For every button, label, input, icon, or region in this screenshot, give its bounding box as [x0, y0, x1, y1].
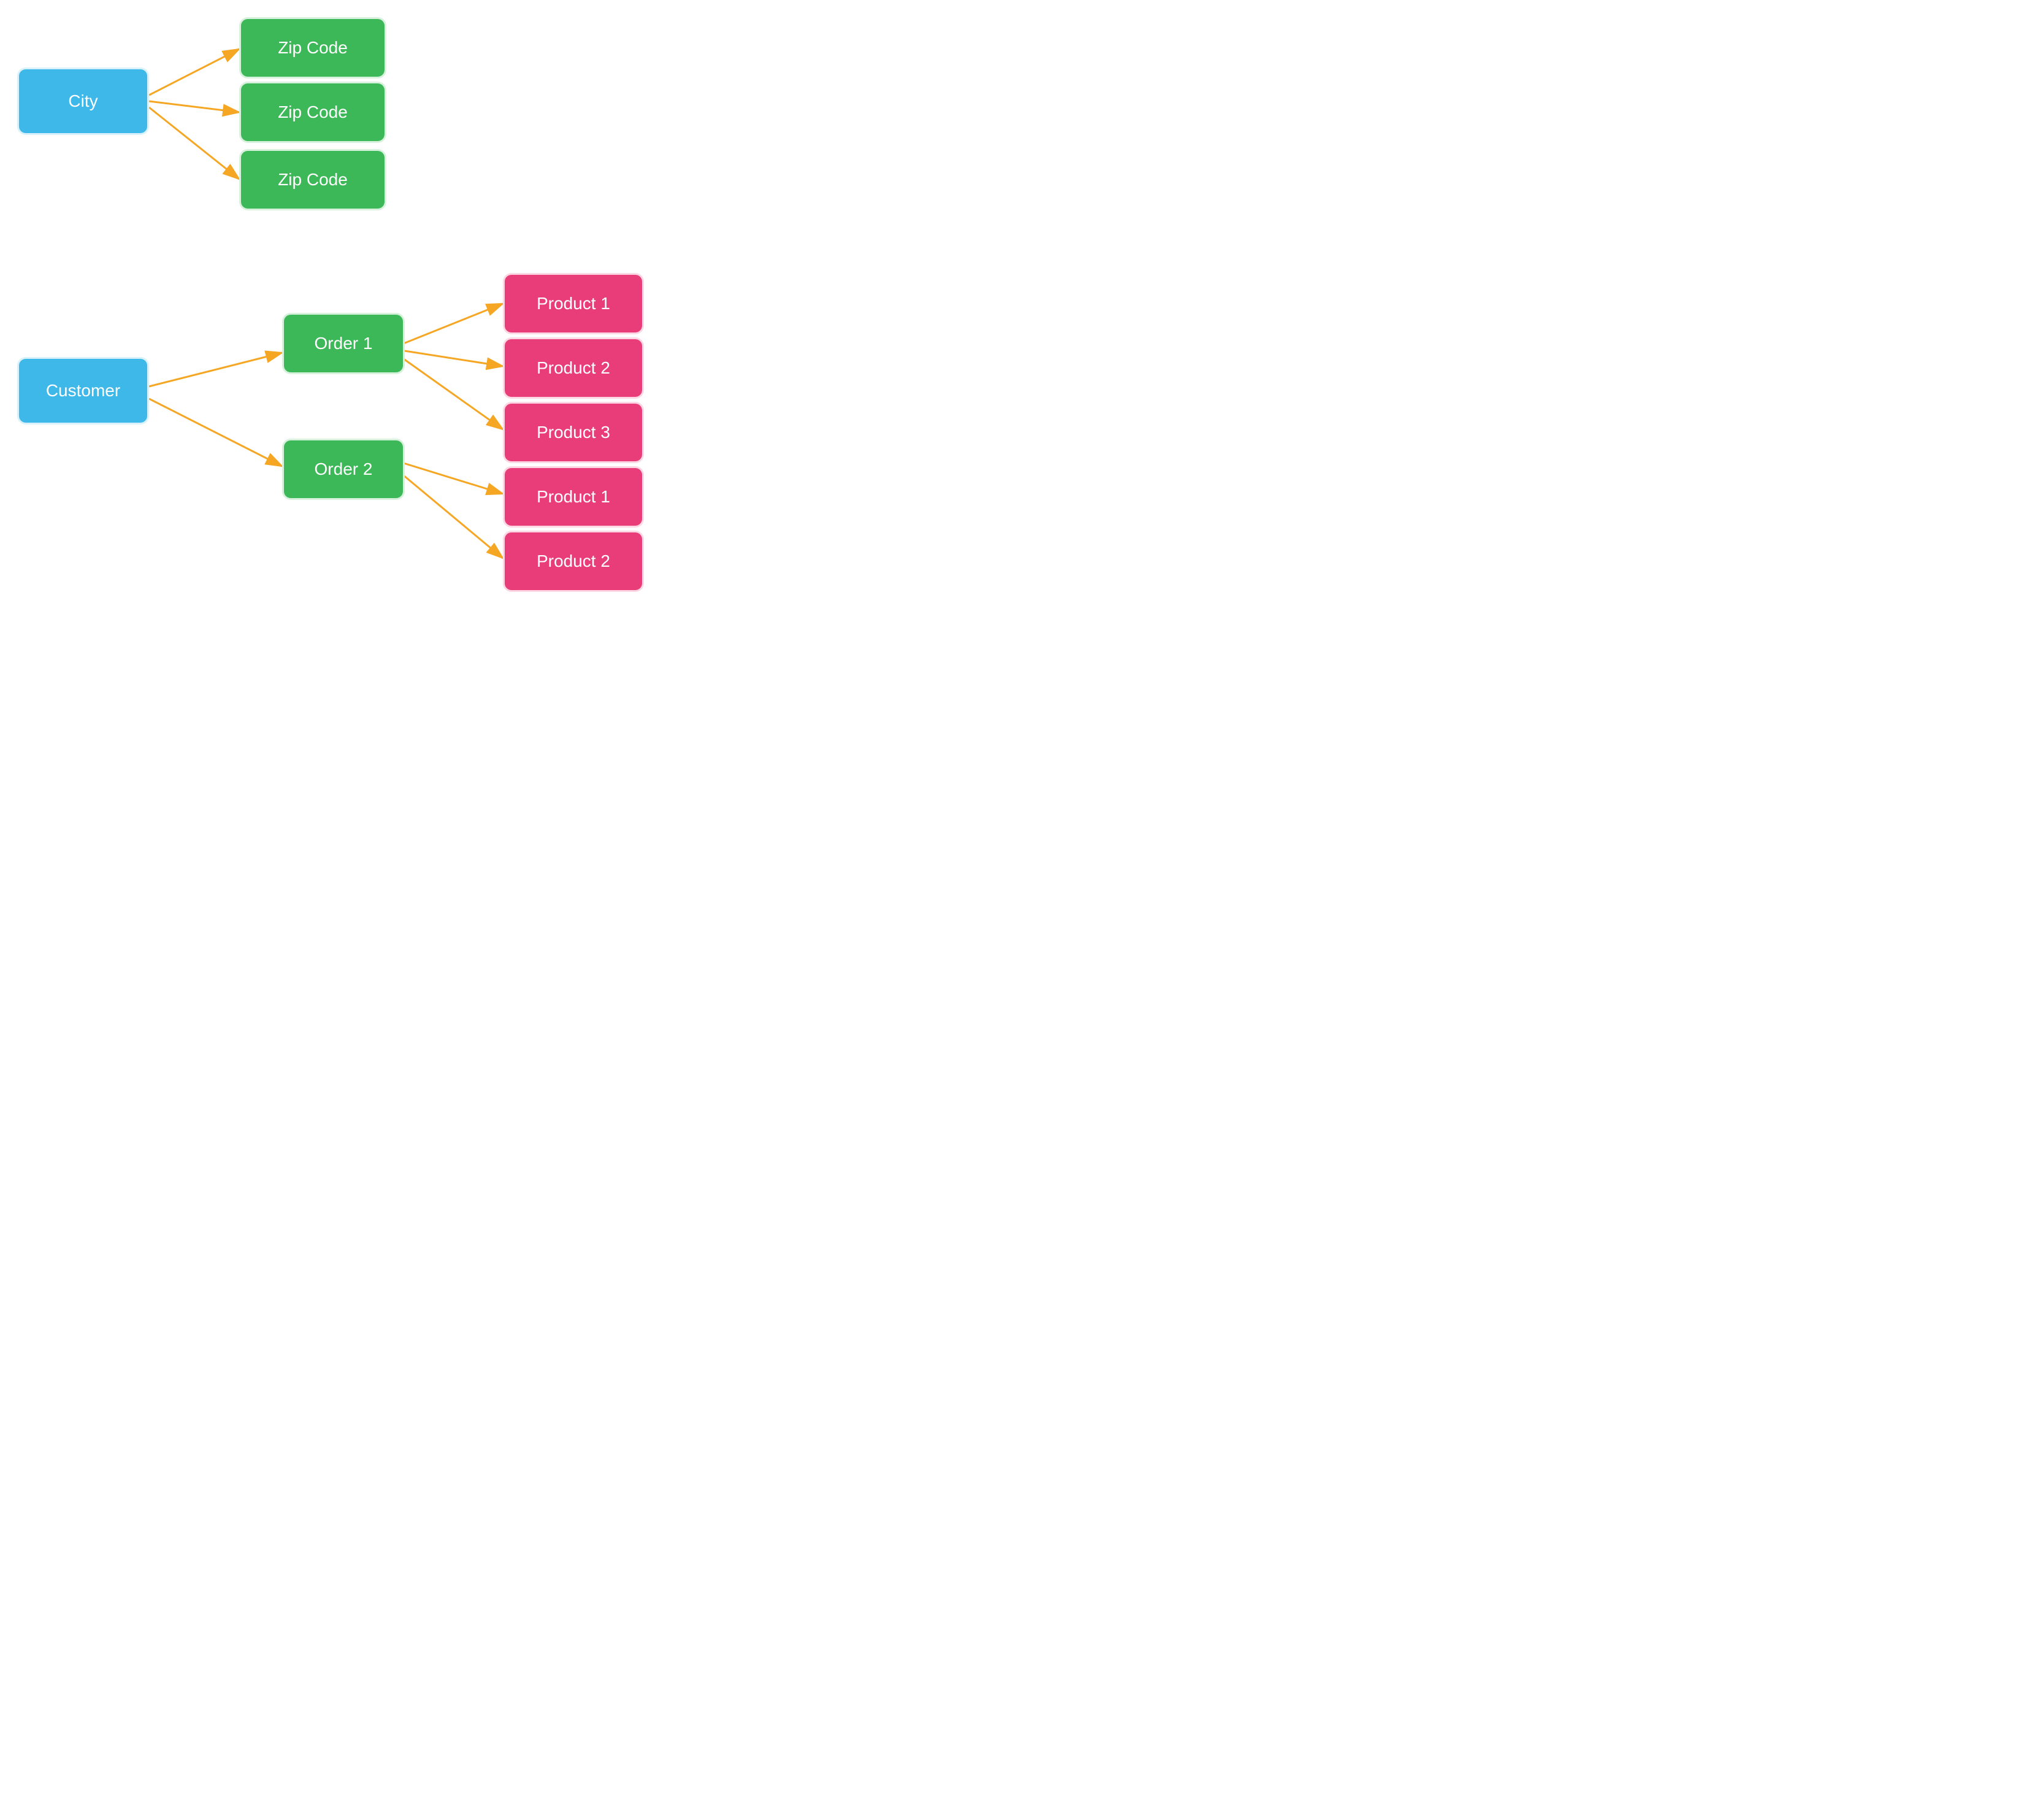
zipcode2-node: Zip Code [239, 82, 386, 143]
order1-node: Order 1 [282, 313, 405, 374]
product1b-node: Product 1 [503, 466, 644, 528]
customer-node: Customer [17, 357, 149, 424]
city-node: City [17, 67, 149, 135]
product2b-node: Product 2 [503, 531, 644, 592]
product1a-node: Product 1 [503, 273, 644, 334]
zipcode1-node: Zip Code [239, 17, 386, 79]
product2a-node: Product 2 [503, 337, 644, 399]
product3a-node: Product 3 [503, 402, 644, 463]
zipcode3-node: Zip Code [239, 149, 386, 210]
diagram-container: City Zip Code Zip Code Zip Code Customer… [0, 0, 716, 626]
order2-node: Order 2 [282, 439, 405, 500]
